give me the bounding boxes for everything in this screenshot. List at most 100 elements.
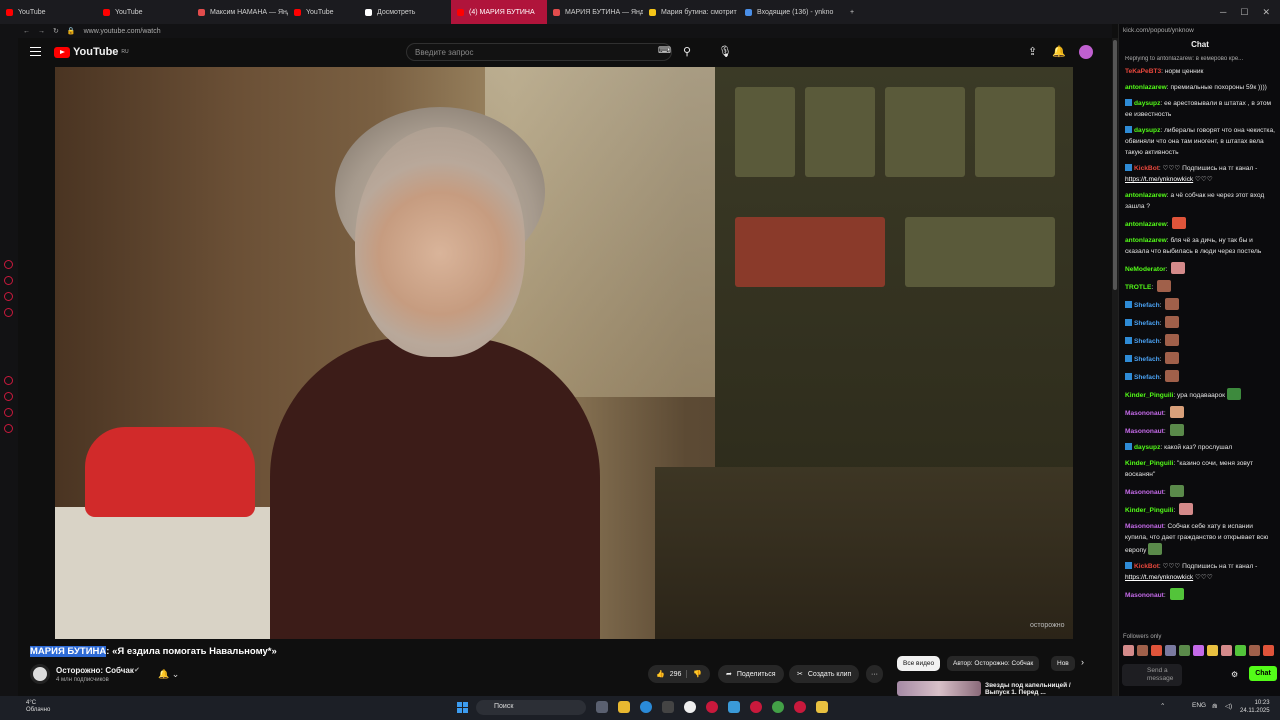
chat-username[interactable]: TeKaPeBT3	[1125, 68, 1161, 75]
like-button[interactable]: 👍 296 👎	[648, 665, 711, 683]
chat-username[interactable]: antonlazarew	[1125, 221, 1167, 228]
sidebar-app-icon[interactable]	[4, 408, 13, 417]
settings-icon[interactable]: ⚙	[1231, 670, 1238, 679]
search-icon[interactable]: ⚲	[683, 45, 691, 58]
thumbs-down-icon[interactable]: 👎	[686, 670, 702, 678]
recommended-video[interactable]: Звезды под капельницей / Выпуск 1. Перед…	[897, 681, 1081, 696]
file-explorer-icon[interactable]	[618, 701, 630, 713]
share-button[interactable]: ➦ Поделиться	[718, 665, 784, 683]
subscribe-bell-icon[interactable]: 🔔 ⌄	[158, 669, 179, 680]
chat-username[interactable]: Shefach	[1134, 338, 1160, 345]
sidebar-app-icon[interactable]	[4, 308, 13, 317]
app-icon[interactable]	[794, 701, 806, 713]
emote-picker-row[interactable]	[1123, 645, 1274, 656]
channel-avatar[interactable]	[30, 664, 50, 684]
windows-start-icon[interactable]	[457, 702, 468, 713]
keyboard-icon[interactable]: ⌨	[658, 45, 671, 56]
browser-tab[interactable]: YouTube	[0, 0, 97, 24]
microphone-icon[interactable]: 🎙	[718, 45, 732, 58]
task-view-icon[interactable]	[596, 701, 608, 713]
back-icon[interactable]: ←	[23, 28, 30, 35]
chat-username[interactable]: KickBot	[1134, 563, 1159, 570]
recommended-thumbnail[interactable]	[897, 681, 981, 696]
browser-tab[interactable]: Максим НАМАНА — Янде	[192, 0, 288, 24]
volume-icon[interactable]: ◁)	[1225, 702, 1232, 710]
pause-app-icon[interactable]	[816, 701, 828, 713]
sidebar-app-icon[interactable]	[4, 276, 13, 285]
video-player[interactable]: осторожно	[55, 67, 1073, 639]
account-avatar[interactable]	[1079, 45, 1093, 59]
browser-tab[interactable]: Входящие (136) - ynkno	[739, 0, 844, 24]
chat-username[interactable]: Shefach	[1134, 320, 1160, 327]
browser-tab[interactable]: YouTube	[288, 0, 359, 24]
create-clip-button[interactable]: ✂ Создать клип	[789, 665, 860, 683]
store-icon[interactable]	[662, 701, 674, 713]
recommended-title[interactable]: Звезды под капельницей / Выпуск 1. Перед…	[985, 682, 1081, 696]
chat-message-input[interactable]: Send a message	[1122, 664, 1182, 686]
chat-username[interactable]: Masononaut	[1125, 428, 1164, 435]
chrome-icon[interactable]	[772, 701, 784, 713]
chat-username[interactable]: daysupz	[1134, 100, 1160, 107]
sidebar-app-icon[interactable]	[4, 376, 13, 385]
chat-username[interactable]: daysupz	[1134, 127, 1160, 134]
youtube-logo[interactable]: YouTube RU	[54, 46, 129, 58]
chat-link[interactable]: https://t.me/ynknowkick	[1125, 574, 1193, 581]
browser-tab[interactable]: МАРИЯ БУТИНА — Яндекс	[547, 0, 643, 24]
more-actions-button[interactable]: ···	[866, 665, 883, 683]
chip-by-author[interactable]: Автор: Осторожно: Собчак	[947, 656, 1040, 671]
system-clock[interactable]: 10:23 24.11.2025	[1240, 699, 1270, 715]
reload-icon[interactable]: ↻	[53, 27, 59, 35]
minimize-icon[interactable]: ─	[1220, 7, 1226, 18]
opera-icon[interactable]	[706, 701, 718, 713]
chat-username[interactable]: Masononaut	[1125, 489, 1164, 496]
send-chat-button[interactable]: Chat	[1249, 666, 1277, 681]
menu-icon[interactable]	[30, 47, 41, 56]
chat-username[interactable]: Kinder_Pinguili	[1125, 507, 1173, 514]
chat-username[interactable]: Shefach	[1134, 374, 1160, 381]
chip-all-videos[interactable]: Все видео	[897, 656, 941, 671]
wifi-icon[interactable]: ⋒	[1212, 702, 1217, 710]
scrollbar-thumb[interactable]	[1113, 40, 1117, 290]
browser-tab[interactable]: Досмотреть	[359, 0, 451, 24]
chevron-right-icon[interactable]: ›	[1081, 657, 1084, 667]
telegram-icon[interactable]	[728, 701, 740, 713]
browser-tab[interactable]: (4) МАРИЯ БУТИНА	[451, 0, 547, 24]
sidebar-app-icon[interactable]	[4, 292, 13, 301]
maximize-icon[interactable]: ☐	[1240, 7, 1248, 18]
browser-tab[interactable]: YouTube	[97, 0, 192, 24]
yandex-icon[interactable]	[684, 701, 696, 713]
chat-username[interactable]: Masononaut	[1125, 410, 1164, 417]
sidebar-app-icon[interactable]	[4, 392, 13, 401]
search-input[interactable]: Введите запрос	[406, 43, 672, 61]
opera-gx-icon[interactable]	[750, 701, 762, 713]
chat-username[interactable]: Shefach	[1134, 356, 1160, 363]
taskbar-search[interactable]: Поиск	[476, 700, 586, 715]
chat-username[interactable]: Masononaut	[1125, 523, 1164, 530]
edge-browser-icon[interactable]	[640, 701, 652, 713]
tray-chevron-icon[interactable]: ⌃	[1160, 702, 1165, 710]
channel-name[interactable]: Осторожно: Собчак	[56, 666, 134, 675]
chat-username[interactable]: Masononaut	[1125, 592, 1164, 599]
forward-icon[interactable]: →	[38, 28, 45, 35]
chat-url[interactable]: kick.com/popout/ynknow	[1119, 24, 1280, 38]
chat-username[interactable]: Kinder_Pinguili	[1125, 460, 1173, 467]
chat-username[interactable]: antonlazarew	[1125, 84, 1167, 91]
notifications-bell-icon[interactable]: 🔔	[1052, 45, 1066, 58]
browser-tab[interactable]: Мария бутина: смотрит	[643, 0, 739, 24]
language-indicator[interactable]: ENG	[1192, 702, 1206, 709]
chip-new[interactable]: Нов	[1051, 656, 1075, 671]
sidebar-app-icon[interactable]	[4, 424, 13, 433]
new-tab-button[interactable]: +	[844, 0, 860, 24]
chat-username[interactable]: KickBot	[1134, 165, 1159, 172]
chat-username[interactable]: Kinder_Pinguili	[1125, 392, 1173, 399]
chat-username[interactable]: daysupz	[1134, 444, 1160, 451]
upload-icon[interactable]: ⇪	[1028, 45, 1037, 58]
chat-username[interactable]: TROTLE	[1125, 284, 1151, 291]
close-icon[interactable]: ✕	[1262, 7, 1270, 18]
address-bar[interactable]: ← → ↻ 🔒 www.youtube.com/watch	[18, 24, 1112, 38]
url-text[interactable]: www.youtube.com/watch	[84, 28, 161, 35]
sidebar-app-icon[interactable]	[4, 260, 13, 269]
chat-username[interactable]: Shefach	[1134, 302, 1160, 309]
chat-link[interactable]: https://t.me/ynknowkick	[1125, 176, 1193, 183]
chat-username[interactable]: antonlazarew	[1125, 192, 1167, 199]
